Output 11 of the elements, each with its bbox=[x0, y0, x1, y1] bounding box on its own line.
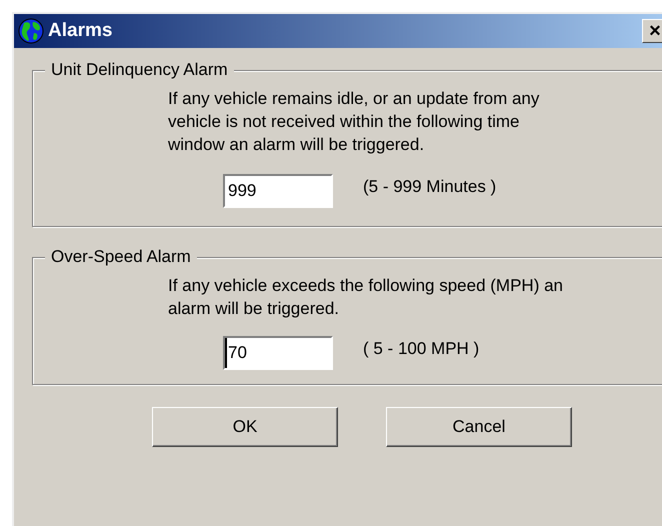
input-field[interactable]: 70 bbox=[223, 336, 333, 370]
description-text: If any vehicle exceeds the following speed (MPH) an alarm will be triggered. bbox=[167, 275, 564, 320]
range-text: (5 - 999 Minutes ) bbox=[363, 176, 496, 198]
range-text: ( 5 - 100 MPH ) bbox=[363, 338, 480, 360]
ok-button[interactable]: OK bbox=[152, 407, 338, 447]
cancel-button[interactable]: Cancel bbox=[386, 407, 572, 447]
globe-icon bbox=[18, 18, 44, 44]
input-field[interactable]: 999 bbox=[223, 174, 333, 208]
description-text: If any vehicle remains idle, or an update from any vehicle is not received within the following time window an alarm will be triggered. bbox=[167, 88, 540, 156]
window-title: Alarms bbox=[48, 18, 112, 43]
close-button[interactable]: × bbox=[642, 19, 662, 43]
